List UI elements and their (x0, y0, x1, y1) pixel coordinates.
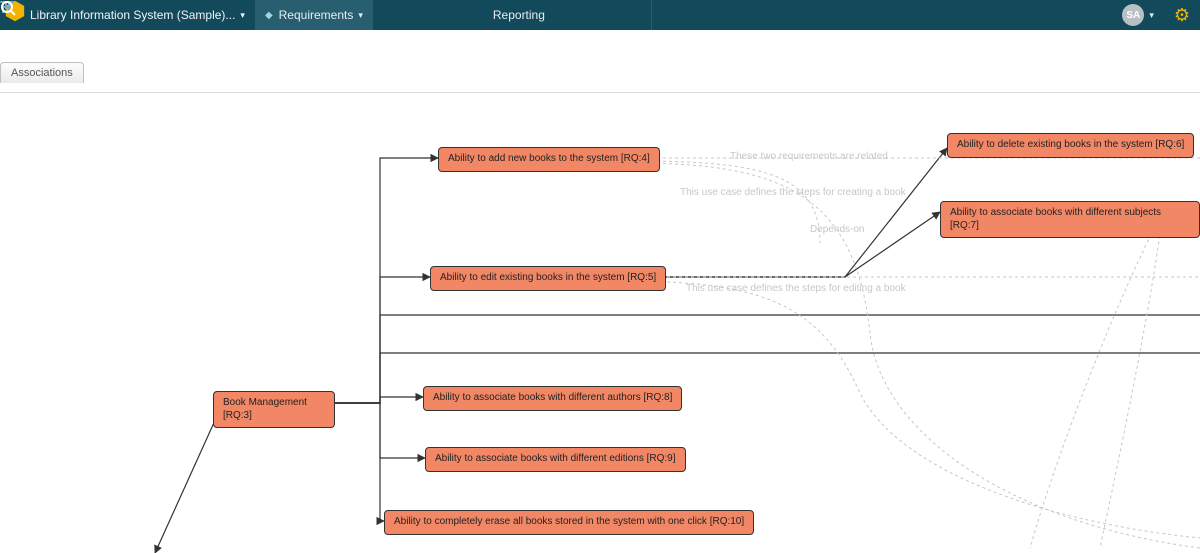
top-nav: Library Information System (Sample)... ▾… (0, 0, 1200, 30)
project-name: Library Information System (Sample)... (30, 8, 235, 22)
node-rq5[interactable]: Ability to edit existing books in the sy… (430, 266, 666, 291)
nav-tab-reporting[interactable]: Reporting (483, 0, 555, 30)
node-rq8[interactable]: Ability to associate books with differen… (423, 386, 682, 411)
search-icon (0, 0, 16, 16)
association-diagram[interactable]: Book Management [RQ:3] Ability to add ne… (0, 92, 1200, 546)
edge-label-related: These two requirements are related (730, 151, 888, 162)
tab-associations[interactable]: Associations (0, 62, 84, 83)
node-rq9[interactable]: Ability to associate books with differen… (425, 447, 686, 472)
edge-label-edit: This use case defines the steps for edit… (686, 283, 906, 294)
user-menu[interactable]: SA ▾ (1112, 0, 1164, 30)
gear-icon: ⚙ (1174, 5, 1190, 26)
node-rq10[interactable]: Ability to completely erase all books st… (384, 510, 754, 535)
nav-tab-label: Reporting (493, 8, 545, 22)
node-rq6[interactable]: Ability to delete existing books in the … (947, 133, 1194, 158)
caret-down-icon: ▾ (240, 10, 245, 21)
caret-down-icon: ▾ (358, 10, 363, 21)
search-button[interactable] (651, 0, 700, 30)
settings-button[interactable]: ⚙ (1164, 0, 1200, 30)
project-selector[interactable]: Library Information System (Sample)... ▾ (20, 0, 255, 30)
node-rq3[interactable]: Book Management [RQ:3] (213, 391, 335, 428)
node-rq7[interactable]: Ability to associate books with differen… (940, 201, 1200, 238)
caret-down-icon: ▾ (1149, 10, 1154, 21)
edge-label-create: This use case defines the steps for crea… (680, 187, 906, 198)
avatar: SA (1122, 4, 1144, 26)
sub-toolbar: Associations (0, 30, 1200, 85)
toolbar-icon-1[interactable] (555, 0, 603, 30)
nav-tab-requirements[interactable]: ◆ Requirements ▾ (255, 0, 373, 30)
diamond-icon: ◆ (265, 10, 273, 21)
tab-label: Associations (11, 67, 73, 79)
node-rq4[interactable]: Ability to add new books to the system [… (438, 147, 660, 172)
nav-tab-label: Requirements (279, 8, 354, 22)
toolbar-icon-2[interactable] (603, 0, 651, 30)
edge-label-depends: Depends-on (810, 224, 864, 235)
